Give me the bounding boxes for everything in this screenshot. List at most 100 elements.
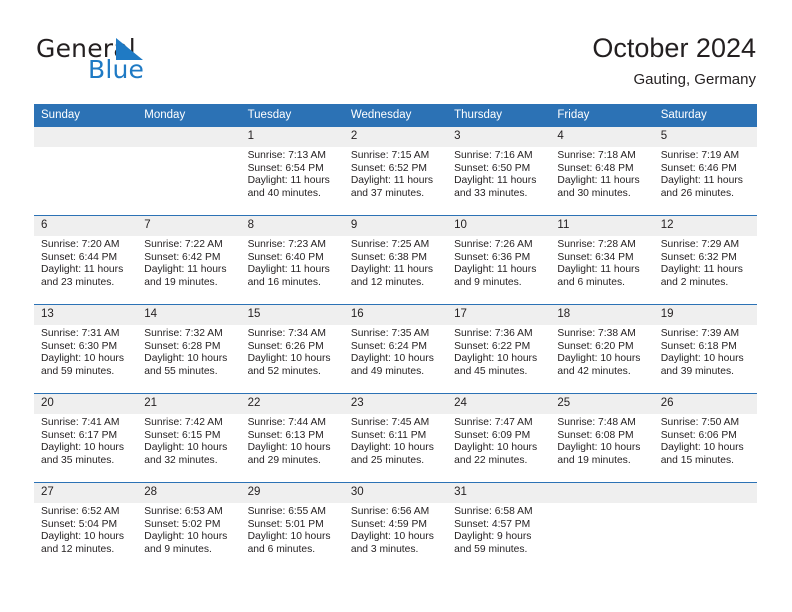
daylight-text-line2: and 19 minutes. [557, 454, 631, 466]
daylight-text-line1: Daylight: 11 hours [247, 175, 330, 187]
day-cell[interactable]: 3 Sunrise: 7:16 AM Sunset: 6:50 PM Dayli… [447, 127, 551, 216]
daylight-text-line2: and 9 minutes. [454, 276, 522, 288]
daylight-text-line2: and 19 minutes. [144, 276, 218, 288]
daylight-text-line1: Daylight: 11 hours [454, 264, 537, 276]
day-number: 9 [343, 216, 448, 236]
weekday-header-thursday: Thursday [447, 104, 551, 127]
daylight-text-line1: Daylight: 10 hours [247, 531, 331, 543]
day-cell[interactable]: 16 Sunrise: 7:35 AM Sunset: 6:24 PM Dayl… [343, 304, 448, 394]
day-cell[interactable]: 25 Sunrise: 7:48 AM Sunset: 6:08 PM Dayl… [550, 393, 654, 483]
page-header: General Blue October 2024 Gauting, Germa… [0, 0, 792, 104]
day-number: 20 [34, 394, 138, 414]
day-cell[interactable]: 27 Sunrise: 6:52 AM Sunset: 5:04 PM Dayl… [34, 482, 138, 571]
day-cell[interactable]: 4 Sunrise: 7:18 AM Sunset: 6:48 PM Dayli… [550, 127, 654, 216]
day-details: Sunrise: 7:16 AM Sunset: 6:50 PM Dayligh… [447, 147, 550, 200]
day-details: Sunrise: 7:15 AM Sunset: 6:52 PM Dayligh… [344, 147, 447, 200]
day-cell[interactable]: 24 Sunrise: 7:47 AM Sunset: 6:09 PM Dayl… [447, 393, 551, 483]
sunset-text: Sunset: 4:57 PM [454, 518, 531, 530]
day-cell[interactable]: 30 Sunrise: 6:56 AM Sunset: 4:59 PM Dayl… [343, 482, 448, 571]
daylight-text-line2: and 59 minutes. [41, 365, 115, 377]
day-cell[interactable]: 23 Sunrise: 7:45 AM Sunset: 6:11 PM Dayl… [343, 393, 448, 483]
day-cell[interactable]: 7 Sunrise: 7:22 AM Sunset: 6:42 PM Dayli… [137, 215, 241, 305]
day-cell[interactable]: 14 Sunrise: 7:32 AM Sunset: 6:28 PM Dayl… [137, 304, 241, 394]
day-cell[interactable]: 18 Sunrise: 7:38 AM Sunset: 6:20 PM Dayl… [550, 304, 654, 394]
weekday-header-tuesday: Tuesday [240, 104, 344, 127]
sunrise-text: Sunrise: 7:19 AM [660, 150, 740, 161]
day-number: 7 [137, 216, 241, 236]
sunset-text: Sunset: 6:06 PM [660, 429, 737, 441]
day-cell[interactable]: 11 Sunrise: 7:28 AM Sunset: 6:34 PM Dayl… [550, 215, 654, 305]
day-cell[interactable]: 2 Sunrise: 7:15 AM Sunset: 6:52 PM Dayli… [343, 127, 448, 216]
day-number: 5 [653, 127, 757, 147]
day-details: Sunrise: 6:53 AM Sunset: 5:02 PM Dayligh… [137, 503, 240, 556]
sunset-text: Sunset: 6:42 PM [144, 251, 221, 263]
day-number: 2 [343, 127, 448, 147]
day-details: Sunrise: 7:36 AM Sunset: 6:22 PM Dayligh… [447, 325, 550, 378]
sunset-text: Sunset: 6:13 PM [247, 429, 324, 441]
daylight-text-line1: Daylight: 11 hours [557, 175, 640, 187]
sunset-text: Sunset: 5:01 PM [247, 518, 324, 530]
day-details: Sunrise: 7:34 AM Sunset: 6:26 PM Dayligh… [241, 325, 344, 378]
day-cell[interactable]: 13 Sunrise: 7:31 AM Sunset: 6:30 PM Dayl… [34, 304, 138, 394]
sunset-text: Sunset: 6:54 PM [247, 162, 324, 174]
sunrise-text: Sunrise: 6:55 AM [247, 506, 326, 517]
day-cell[interactable]: 5 Sunrise: 7:19 AM Sunset: 6:46 PM Dayli… [653, 127, 757, 216]
day-cell[interactable]: 12 Sunrise: 7:29 AM Sunset: 6:32 PM Dayl… [653, 215, 757, 305]
day-cell[interactable]: 10 Sunrise: 7:26 AM Sunset: 6:36 PM Dayl… [447, 215, 551, 305]
day-number: 13 [34, 305, 138, 325]
day-number: 17 [447, 305, 551, 325]
day-cell[interactable]: 9 Sunrise: 7:25 AM Sunset: 6:38 PM Dayli… [343, 215, 448, 305]
day-cell[interactable]: 29 Sunrise: 6:55 AM Sunset: 5:01 PM Dayl… [240, 482, 344, 571]
daylight-text-line2: and 9 minutes. [144, 543, 212, 555]
day-cell[interactable]: 19 Sunrise: 7:39 AM Sunset: 6:18 PM Dayl… [653, 304, 757, 394]
day-number: 1 [240, 127, 344, 147]
day-details: Sunrise: 7:22 AM Sunset: 6:42 PM Dayligh… [137, 236, 240, 289]
daylight-text-line1: Daylight: 10 hours [41, 531, 124, 543]
day-cell[interactable]: 8 Sunrise: 7:23 AM Sunset: 6:40 PM Dayli… [240, 215, 344, 305]
daylight-text-line1: Daylight: 11 hours [144, 264, 227, 276]
day-number [550, 483, 654, 503]
daylight-text-line2: and 40 minutes. [247, 187, 321, 199]
day-cell[interactable]: 1 Sunrise: 7:13 AM Sunset: 6:54 PM Dayli… [240, 127, 344, 216]
sunrise-text: Sunrise: 7:23 AM [247, 239, 326, 250]
sunset-text: Sunset: 6:18 PM [660, 340, 737, 352]
sunrise-text: Sunrise: 7:16 AM [454, 150, 533, 161]
day-cell[interactable]: 28 Sunrise: 6:53 AM Sunset: 5:02 PM Dayl… [137, 482, 241, 571]
daylight-text-line1: Daylight: 11 hours [660, 175, 743, 187]
sunrise-text: Sunrise: 6:56 AM [350, 506, 430, 517]
day-cell[interactable]: 21 Sunrise: 7:42 AM Sunset: 6:15 PM Dayl… [137, 393, 241, 483]
daylight-text-line1: Daylight: 11 hours [454, 175, 537, 187]
sunrise-text: Sunrise: 7:38 AM [557, 328, 636, 339]
day-number: 16 [343, 305, 448, 325]
day-cell[interactable]: 17 Sunrise: 7:36 AM Sunset: 6:22 PM Dayl… [447, 304, 551, 394]
sunset-text: Sunset: 6:48 PM [557, 162, 634, 174]
daylight-text-line2: and 35 minutes. [41, 454, 115, 466]
day-cell[interactable]: 6 Sunrise: 7:20 AM Sunset: 6:44 PM Dayli… [34, 215, 138, 305]
day-cell[interactable]: 31 Sunrise: 6:58 AM Sunset: 4:57 PM Dayl… [447, 482, 551, 571]
calendar-page: General Blue October 2024 Gauting, Germa… [0, 0, 792, 612]
day-number: 12 [653, 216, 757, 236]
sunrise-text: Sunrise: 7:13 AM [247, 150, 326, 161]
sunrise-text: Sunrise: 7:44 AM [247, 417, 326, 428]
daylight-text-line2: and 37 minutes. [350, 187, 425, 199]
sunset-text: Sunset: 6:30 PM [41, 340, 118, 352]
daylight-text-line2: and 16 minutes. [247, 276, 321, 288]
day-cell[interactable]: 15 Sunrise: 7:34 AM Sunset: 6:26 PM Dayl… [240, 304, 344, 394]
day-cell[interactable]: 26 Sunrise: 7:50 AM Sunset: 6:06 PM Dayl… [653, 393, 757, 483]
brand-logo: General Blue [36, 36, 266, 88]
day-cell [653, 482, 757, 571]
day-details: Sunrise: 7:28 AM Sunset: 6:34 PM Dayligh… [550, 236, 653, 289]
daylight-text-line2: and 55 minutes. [144, 365, 218, 377]
daylight-text-line2: and 45 minutes. [454, 365, 528, 377]
daylight-text-line2: and 22 minutes. [454, 454, 528, 466]
daylight-text-line2: and 49 minutes. [350, 365, 425, 377]
sunset-text: Sunset: 6:32 PM [660, 251, 737, 263]
day-number [137, 127, 241, 147]
sunrise-text: Sunrise: 7:32 AM [144, 328, 223, 339]
day-cell[interactable]: 20 Sunrise: 7:41 AM Sunset: 6:17 PM Dayl… [34, 393, 138, 483]
day-cell[interactable]: 22 Sunrise: 7:44 AM Sunset: 6:13 PM Dayl… [240, 393, 344, 483]
sunset-text: Sunset: 6:08 PM [557, 429, 634, 441]
day-number: 22 [240, 394, 344, 414]
daylight-text-line1: Daylight: 11 hours [660, 264, 743, 276]
sunrise-text: Sunrise: 7:42 AM [144, 417, 223, 428]
